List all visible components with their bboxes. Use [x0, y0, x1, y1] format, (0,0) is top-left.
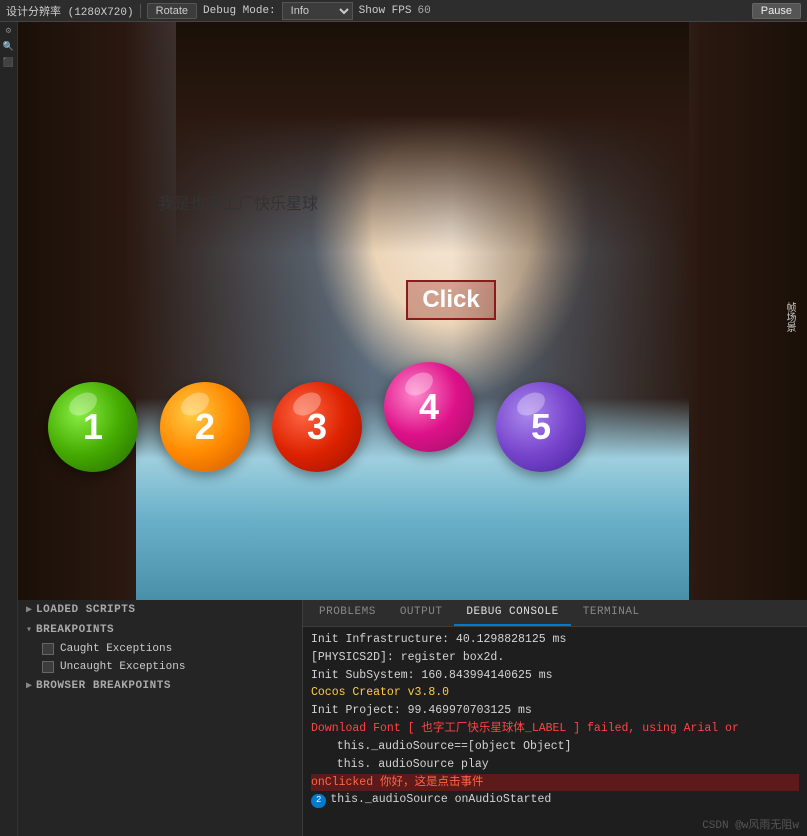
click-box[interactable]: Click — [406, 280, 496, 320]
content-wrapper: 我是也字工厂快乐星球 Click 1 2 3 4 5 — [18, 22, 807, 836]
console-badge: 2 — [311, 794, 326, 808]
breakpoints-label: BREAKPOINTS — [36, 624, 114, 636]
caught-exceptions-label: Caught Exceptions — [60, 643, 172, 655]
tab-debug-console[interactable]: DEBUG CONSOLE — [454, 600, 570, 626]
loaded-scripts-label: LOADED SCRIPTS — [36, 604, 135, 616]
ball-5-number: 5 — [531, 406, 551, 448]
rotate-button[interactable]: Rotate — [147, 3, 197, 19]
console-line-8: this. audioSource play — [311, 756, 799, 774]
bottom-panel: ▶ LOADED SCRIPTS ▾ BREAKPOINTS Caught Ex… — [18, 600, 807, 836]
ball-5[interactable]: 5 — [496, 382, 586, 472]
tab-output[interactable]: OUTPUT — [388, 600, 455, 626]
chevron-right-icon-2: ▶ — [26, 680, 32, 692]
click-label: Click — [422, 286, 479, 314]
game-text: 我是也字工厂快乐星球 — [158, 190, 318, 214]
resolution-label: 设计分辨率 (1280X720) — [6, 3, 134, 19]
ball-2-number: 2 — [195, 406, 215, 448]
console-line-1: Init Infrastructure: 40.1298828125 ms — [311, 631, 799, 649]
chevron-right-icon: ▶ — [26, 604, 32, 616]
sidebar-icon-3[interactable]: ⬛ — [1, 58, 17, 72]
console-line-6: Download Font [ 也字工厂快乐星球体_LABEL ] failed… — [311, 720, 799, 738]
tab-terminal[interactable]: TERMINAL — [571, 600, 652, 626]
console-output: Init Infrastructure: 40.1298828125 ms [P… — [303, 627, 807, 836]
main-area: ⚙ 🔍 ⬛ 我是也字工厂快乐星球 Click 1 2 — [0, 22, 807, 836]
fps-value: 60 — [417, 5, 430, 17]
sidebar-icon-1[interactable]: ⚙ — [1, 26, 17, 40]
ball-4-number: 4 — [419, 386, 439, 428]
left-debug-panel: ▶ LOADED SCRIPTS ▾ BREAKPOINTS Caught Ex… — [18, 600, 303, 836]
toolbar: 设计分辨率 (1280X720) Rotate Debug Mode: Info… — [0, 0, 807, 22]
uncaught-exceptions-label: Uncaught Exceptions — [60, 661, 185, 673]
tab-problems[interactable]: PROBLEMS — [307, 600, 388, 626]
debug-mode-label: Debug Mode: — [203, 5, 276, 17]
game-canvas[interactable]: 我是也字工厂快乐星球 Click 1 2 3 4 5 — [18, 22, 807, 600]
chevron-down-icon: ▾ — [26, 624, 32, 636]
ball-2[interactable]: 2 — [160, 382, 250, 472]
right-side-text: 帧场景 — [782, 302, 797, 332]
watermark: CSDN @w风雨无阻w — [702, 816, 799, 832]
debug-mode-select[interactable]: Info Verbose Warn Error — [282, 2, 353, 20]
ball-1-number: 1 — [83, 406, 103, 448]
loaded-scripts-header[interactable]: ▶ LOADED SCRIPTS — [18, 600, 302, 620]
ball-1[interactable]: 1 — [48, 382, 138, 472]
ball-3-number: 3 — [307, 406, 327, 448]
sidebar-icon-2[interactable]: 🔍 — [1, 42, 17, 56]
caught-exceptions-item[interactable]: Caught Exceptions — [18, 640, 302, 658]
ball-4[interactable]: 4 — [384, 362, 474, 452]
divider-1 — [140, 4, 141, 18]
console-tabs: PROBLEMS OUTPUT DEBUG CONSOLE TERMINAL — [303, 600, 807, 627]
ball-3[interactable]: 3 — [272, 382, 362, 472]
console-line-2: [PHYSICS2D]: register box2d. — [311, 649, 799, 667]
breakpoints-header[interactable]: ▾ BREAKPOINTS — [18, 620, 302, 640]
console-line-7: this._audioSource==[object Object] — [311, 738, 799, 756]
console-line-9: onClicked 你好，这是点击事件 — [311, 774, 799, 792]
pause-button[interactable]: Pause — [752, 3, 801, 19]
caught-exceptions-checkbox[interactable] — [42, 643, 54, 655]
bg-hair-top — [176, 22, 689, 253]
uncaught-exceptions-checkbox[interactable] — [42, 661, 54, 673]
right-console-panel: PROBLEMS OUTPUT DEBUG CONSOLE TERMINAL I… — [303, 600, 807, 836]
balls-container: 1 2 3 4 5 — [48, 382, 586, 472]
console-line-10: 2this._audioSource onAudioStarted — [311, 791, 799, 809]
show-fps-label: Show FPS — [359, 5, 412, 17]
browser-breakpoints-label: BROWSER BREAKPOINTS — [36, 680, 171, 692]
left-sidebar: ⚙ 🔍 ⬛ — [0, 22, 18, 836]
console-line-4: Cocos Creator v3.8.0 — [311, 684, 799, 702]
browser-breakpoints-header[interactable]: ▶ BROWSER BREAKPOINTS — [18, 676, 302, 696]
uncaught-exceptions-item[interactable]: Uncaught Exceptions — [18, 658, 302, 676]
console-line-5: Init Project: 99.469970703125 ms — [311, 702, 799, 720]
console-line-3: Init SubSystem: 160.843994140625 ms — [311, 667, 799, 685]
